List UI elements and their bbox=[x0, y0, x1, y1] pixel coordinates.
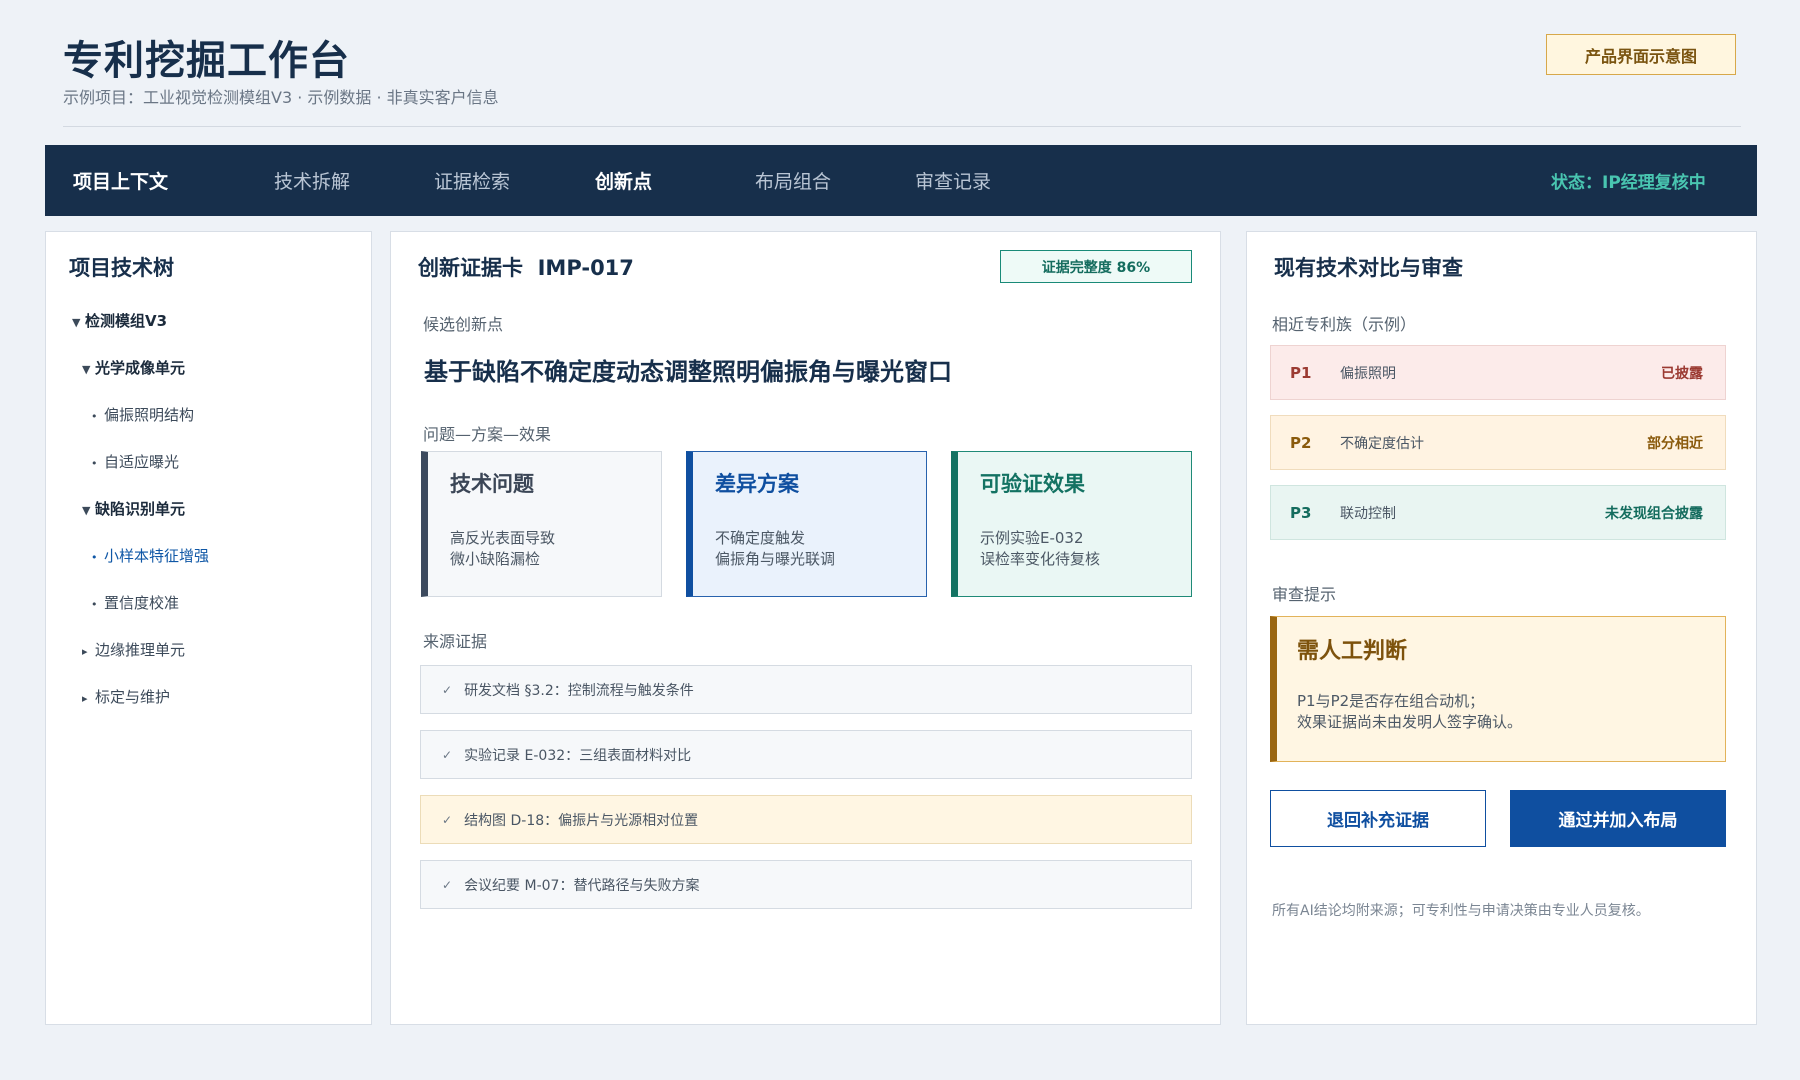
completeness-badge: 证据完整度 86% bbox=[1000, 250, 1192, 283]
tree-node-calibration-maintenance[interactable]: ▸ 标定与维护 bbox=[82, 686, 170, 707]
check-icon: ✓ bbox=[442, 877, 453, 892]
top-nav-bar: 项目上下文 技术拆解 证据检索 创新点 布局组合 审查记录 状态：IP经理复核中 bbox=[45, 145, 1757, 216]
bullet-icon: • bbox=[91, 410, 98, 423]
solution-card-body: 不确定度触发 偏振角与曝光联调 bbox=[715, 529, 836, 568]
tree-node-label: 小样本特征增强 bbox=[104, 547, 210, 565]
patent-name: 偏振照明 bbox=[1340, 365, 1396, 382]
tree-node-polarized-lighting[interactable]: • 偏振照明结构 bbox=[91, 404, 194, 425]
tree-node-label: 缺陷识别单元 bbox=[95, 500, 186, 518]
tree-node-label: 标定与维护 bbox=[95, 688, 171, 706]
caret-right-icon: ▸ bbox=[82, 692, 88, 705]
evidence-row[interactable]: ✓ 会议纪要 M-07：替代路径与失败方案 bbox=[420, 860, 1192, 909]
patent-row-p3[interactable]: P3 联动控制 未发现组合披露 bbox=[1270, 485, 1726, 540]
patent-status-badge: 已披露 bbox=[1661, 365, 1703, 382]
mockup-badge: 产品界面示意图 bbox=[1546, 34, 1736, 75]
evidence-text: 研发文档 §3.2：控制流程与触发条件 bbox=[464, 682, 694, 699]
nav-item-review-log[interactable]: 审查记录 bbox=[915, 167, 991, 194]
tree-node-adaptive-exposure[interactable]: • 自适应曝光 bbox=[91, 451, 179, 472]
bullet-icon: • bbox=[91, 457, 98, 470]
tree-node-few-shot-enhancement[interactable]: • 小样本特征增强 bbox=[91, 545, 209, 566]
review-hint-title: 需人工判断 bbox=[1297, 639, 1408, 664]
tree-node-label: 边缘推理单元 bbox=[95, 641, 186, 659]
page-title: 专利挖掘工作台 bbox=[63, 38, 350, 84]
tree-node-label: 偏振照明结构 bbox=[104, 406, 195, 424]
tree-node-edge-inference[interactable]: ▸ 边缘推理单元 bbox=[82, 639, 185, 660]
evidence-row[interactable]: ✓ 实验记录 E-032：三组表面材料对比 bbox=[420, 730, 1192, 779]
nav-item-innovation[interactable]: 创新点 bbox=[595, 167, 652, 194]
tree-node-label: 检测模组V3 bbox=[85, 312, 168, 330]
tree-node-optical-imaging[interactable]: ▼ 光学成像单元 bbox=[82, 357, 185, 378]
solution-card-title: 差异方案 bbox=[715, 472, 799, 496]
check-icon: ✓ bbox=[442, 812, 453, 827]
nav-item-evidence-search[interactable]: 证据检索 bbox=[434, 167, 510, 194]
effect-card[interactable]: 可验证效果 示例实验E-032 误检率变化待复核 bbox=[951, 451, 1192, 597]
evidence-row[interactable]: ✓ 研发文档 §3.2：控制流程与触发条件 bbox=[420, 665, 1192, 714]
patent-status-badge: 未发现组合披露 bbox=[1605, 505, 1703, 522]
evidence-row-highlighted[interactable]: ✓ 结构图 D-18：偏振片与光源相对位置 bbox=[420, 795, 1192, 844]
review-hint-label: 审查提示 bbox=[1272, 585, 1337, 604]
problem-card-body: 高反光表面导致 微小缺陷漏检 bbox=[450, 529, 556, 568]
candidate-label: 候选创新点 bbox=[423, 315, 504, 334]
tree-node-defect-recognition[interactable]: ▼ 缺陷识别单元 bbox=[82, 498, 185, 519]
nav-item-project-context[interactable]: 项目上下文 bbox=[73, 167, 168, 194]
patent-row-p1[interactable]: P1 偏振照明 已披露 bbox=[1270, 345, 1726, 400]
evidence-label: 来源证据 bbox=[423, 632, 488, 651]
pse-label: 问题—方案—效果 bbox=[423, 425, 552, 444]
page-subtitle: 示例项目：工业视觉检测模组V3 · 示例数据 · 非真实客户信息 bbox=[63, 88, 499, 107]
nav-item-tech-breakdown[interactable]: 技术拆解 bbox=[274, 167, 350, 194]
effect-card-title: 可验证效果 bbox=[980, 472, 1085, 496]
tree-node-confidence-calibration[interactable]: • 置信度校准 bbox=[91, 592, 179, 613]
evidence-text: 结构图 D-18：偏振片与光源相对位置 bbox=[464, 812, 699, 829]
patent-name: 不确定度估计 bbox=[1340, 435, 1424, 452]
patent-status-badge: 部分相近 bbox=[1647, 435, 1703, 452]
tree-node-label: 置信度校准 bbox=[104, 594, 180, 612]
caret-down-icon: ▼ bbox=[72, 316, 81, 329]
solution-card[interactable]: 差异方案 不确定度触发 偏振角与曝光联调 bbox=[686, 451, 927, 597]
bullet-icon: • bbox=[91, 598, 98, 611]
caret-right-icon: ▸ bbox=[82, 645, 88, 658]
check-icon: ✓ bbox=[442, 682, 453, 697]
review-status: 状态：IP经理复核中 bbox=[1551, 173, 1706, 193]
tree-node-label: 光学成像单元 bbox=[95, 359, 186, 377]
patent-row-p2[interactable]: P2 不确定度估计 部分相近 bbox=[1270, 415, 1726, 470]
patent-id: P1 bbox=[1290, 363, 1312, 382]
caret-down-icon: ▼ bbox=[82, 504, 91, 517]
return-for-evidence-button[interactable]: 退回补充证据 bbox=[1270, 790, 1486, 847]
review-hint-box: 需人工判断 P1与P2是否存在组合动机； 效果证据尚未由发明人签字确认。 bbox=[1270, 616, 1726, 762]
tree-node-module-v3[interactable]: ▼ 检测模组V3 bbox=[72, 310, 167, 331]
problem-card[interactable]: 技术问题 高反光表面导致 微小缺陷漏检 bbox=[421, 451, 662, 597]
problem-card-title: 技术问题 bbox=[450, 472, 534, 496]
patent-family-label: 相近专利族（示例） bbox=[1272, 315, 1417, 334]
patent-id: P2 bbox=[1290, 433, 1312, 452]
disclaimer-footnote: 所有AI结论均附来源；可专利性与申请决策由专业人员复核。 bbox=[1272, 903, 1650, 919]
evidence-text: 实验记录 E-032：三组表面材料对比 bbox=[464, 747, 692, 764]
patent-name: 联动控制 bbox=[1340, 505, 1396, 522]
tree-node-label: 自适应曝光 bbox=[104, 453, 180, 471]
effect-card-body: 示例实验E-032 误检率变化待复核 bbox=[980, 529, 1101, 568]
prior-art-title: 现有技术对比与审查 bbox=[1274, 256, 1463, 280]
tech-tree-title: 项目技术树 bbox=[69, 256, 174, 280]
header-divider bbox=[63, 126, 1741, 127]
caret-down-icon: ▼ bbox=[82, 363, 91, 376]
review-hint-body: P1与P2是否存在组合动机； 效果证据尚未由发明人签字确认。 bbox=[1297, 692, 1523, 731]
evidence-text: 会议纪要 M-07：替代路径与失败方案 bbox=[464, 877, 700, 894]
candidate-innovation: 基于缺陷不确定度动态调整照明偏振角与曝光窗口 bbox=[424, 358, 952, 386]
approve-add-to-portfolio-button[interactable]: 通过并加入布局 bbox=[1510, 790, 1726, 847]
patent-id: P3 bbox=[1290, 503, 1312, 522]
tech-tree-panel bbox=[45, 231, 372, 1025]
nav-item-portfolio[interactable]: 布局组合 bbox=[755, 167, 831, 194]
innovation-card-title: 创新证据卡 IMP-017 bbox=[418, 256, 634, 280]
bullet-icon: • bbox=[91, 551, 98, 564]
check-icon: ✓ bbox=[442, 747, 453, 762]
